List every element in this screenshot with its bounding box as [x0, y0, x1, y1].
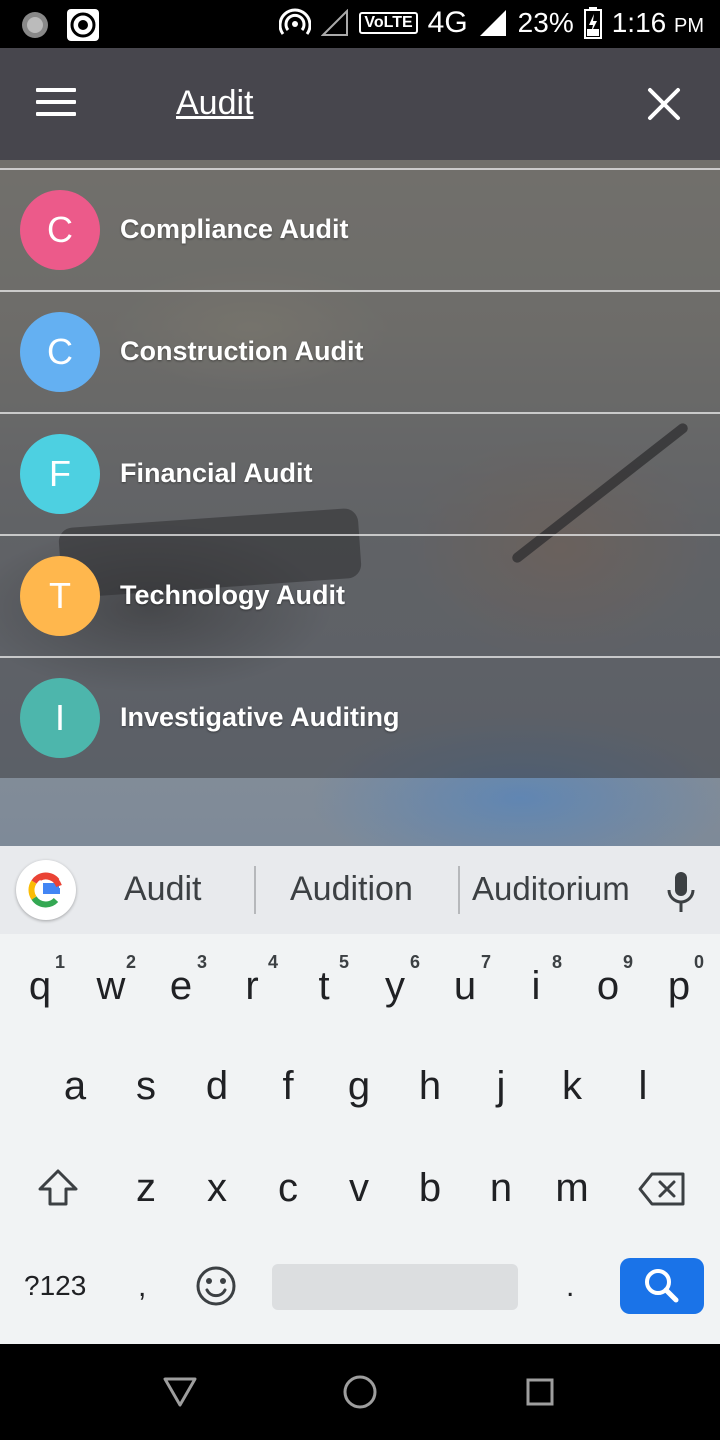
loading-icon — [22, 12, 48, 38]
key-v[interactable]: v — [331, 1166, 387, 1211]
suggestion-item[interactable]: Auditorium — [472, 870, 630, 908]
symbols-key[interactable]: ?123 — [24, 1270, 86, 1302]
signal-empty-icon — [321, 9, 349, 36]
avatar: F — [20, 434, 100, 514]
emoji-icon[interactable] — [194, 1264, 238, 1308]
list-item[interactable]: I Investigative Auditing — [0, 656, 720, 778]
key-a[interactable]: a — [47, 1064, 103, 1109]
list-item-label: Financial Audit — [120, 458, 313, 488]
clock-ampm: PM — [674, 15, 704, 37]
key-l[interactable]: l — [615, 1064, 671, 1109]
key-hint: 8 — [552, 952, 563, 972]
list-item-label: Technology Audit — [120, 580, 345, 610]
suggestion-divider — [254, 866, 256, 914]
key-n[interactable]: n — [473, 1166, 529, 1211]
key-g[interactable]: g — [331, 1064, 387, 1109]
key-m[interactable]: m — [544, 1166, 600, 1211]
key-b[interactable]: b — [402, 1166, 458, 1211]
suggestion-strip: Audit Audition Auditorium — [0, 846, 720, 934]
menu-icon[interactable] — [36, 88, 76, 118]
key-hint: 9 — [623, 952, 634, 972]
key-h[interactable]: h — [402, 1064, 458, 1109]
key-x[interactable]: x — [189, 1166, 245, 1211]
volte-badge: VoLTE — [359, 12, 418, 34]
home-icon[interactable] — [342, 1374, 378, 1410]
backspace-icon[interactable] — [638, 1172, 686, 1206]
key-hint: 2 — [126, 952, 137, 972]
google-icon[interactable] — [16, 860, 76, 920]
comma-key[interactable]: , — [138, 1270, 146, 1304]
battery-percent: 23% — [517, 7, 574, 38]
list-item[interactable]: C Compliance Audit — [0, 168, 720, 290]
recent-apps-icon[interactable] — [526, 1378, 554, 1406]
navigation-bar — [0, 1344, 720, 1440]
app-bar: Audit — [0, 48, 720, 160]
avatar: I — [20, 678, 100, 758]
avatar: C — [20, 312, 100, 392]
list-item-label: Investigative Auditing — [120, 702, 400, 732]
suggestion-item[interactable]: Audit — [124, 870, 202, 909]
search-icon — [645, 1269, 679, 1303]
list-item[interactable]: T Technology Audit — [0, 534, 720, 656]
search-input[interactable]: Audit — [176, 84, 254, 123]
key-hint: 5 — [339, 952, 350, 972]
key-z[interactable]: z — [118, 1166, 174, 1211]
hotspot-icon — [279, 8, 312, 35]
period-key[interactable]: . — [566, 1270, 574, 1304]
key-hint: 7 — [481, 952, 492, 972]
shift-icon[interactable] — [36, 1168, 80, 1208]
search-results-list: C Compliance Audit C Construction Audit … — [0, 168, 720, 778]
key-k[interactable]: k — [544, 1064, 600, 1109]
key-d[interactable]: d — [189, 1064, 245, 1109]
keyboard: Audit Audition Auditorium q w e r t y u … — [0, 846, 720, 1344]
microphone-icon[interactable] — [664, 870, 698, 914]
close-icon[interactable] — [646, 86, 682, 122]
list-item-label: Compliance Audit — [120, 214, 349, 244]
list-item-label: Construction Audit — [120, 336, 364, 366]
key-hint: 4 — [268, 952, 279, 972]
search-key[interactable] — [620, 1258, 704, 1314]
suggestion-item[interactable]: Audition — [290, 870, 413, 909]
signal-icon — [479, 10, 506, 36]
avatar: C — [20, 190, 100, 270]
key-hint: 0 — [694, 952, 705, 972]
key-hint: 1 — [55, 952, 66, 972]
list-item[interactable]: F Financial Audit — [0, 412, 720, 534]
clock-time: 1:16 — [611, 7, 667, 38]
target-icon — [67, 9, 99, 41]
key-c[interactable]: c — [260, 1166, 316, 1211]
space-key[interactable] — [272, 1264, 518, 1310]
back-icon[interactable] — [162, 1376, 198, 1408]
key-hint: 3 — [197, 952, 208, 972]
status-bar: VoLTE 4G 23% 1:16 PM — [0, 0, 720, 48]
key-j[interactable]: j — [473, 1064, 529, 1109]
key-f[interactable]: f — [260, 1064, 316, 1109]
battery-charging-icon — [583, 7, 602, 39]
key-hint: 6 — [410, 952, 421, 972]
key-s[interactable]: s — [118, 1064, 174, 1109]
list-item[interactable]: C Construction Audit — [0, 290, 720, 412]
avatar: T — [20, 556, 100, 636]
clock: 1:16 PM — [612, 7, 704, 39]
network-type: 4G — [427, 6, 468, 39]
suggestion-divider — [458, 866, 460, 914]
